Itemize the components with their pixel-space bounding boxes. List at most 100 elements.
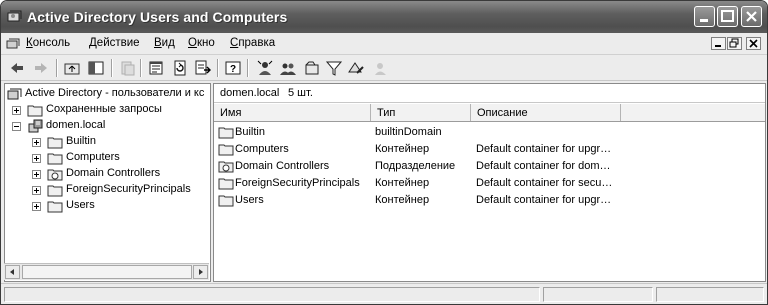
folder-icon [218,178,234,190]
column-header-description[interactable]: Описание [471,104,621,121]
up-one-level-icon[interactable] [63,59,81,77]
menu-bar: Консоль Действие Вид Окно Справка [1,33,767,55]
toolbar-separator [247,59,249,77]
child-restore-button[interactable] [727,37,742,50]
close-button[interactable] [741,6,762,27]
close-icon [746,11,757,22]
svg-text:?: ? [230,64,236,75]
tree-root-ad[interactable]: Active Directory - пользователи и кс [5,86,210,102]
tree-item-builtin[interactable]: Builtin [5,134,210,150]
ou-icon [47,169,63,181]
menu-window[interactable]: Окно [188,37,215,49]
forward-arrow-icon[interactable] [32,59,50,77]
tree-item-label: Domain Controllers [66,167,161,179]
status-pane-tertiary [656,287,764,302]
export-list-icon[interactable] [194,59,212,77]
child-minimize-button[interactable] [711,37,726,50]
add-to-group-icon[interactable] [372,59,390,77]
tree-item-label: Builtin [66,135,96,147]
scroll-right-button[interactable] [193,265,208,279]
close-icon [749,39,758,48]
list-item[interactable]: ForeignSecurityPrincipals Контейнер Defa… [214,175,765,192]
item-name: Builtin [235,126,265,138]
tree-item-users[interactable]: Users [5,198,210,214]
folder-icon [47,137,63,149]
arrow-right-icon [199,269,203,275]
console-tree: Active Directory - пользователи и кс Сох… [4,83,211,282]
restore-icon [729,38,739,48]
scroll-thumb[interactable] [22,265,192,279]
details-header: domen.local 5 шт. [214,84,765,103]
menu-console[interactable]: Консоль [26,37,70,49]
title-bar[interactable]: Active Directory Users and Computers [1,1,767,33]
list-item[interactable]: Domain Controllers Подразделение Default… [214,158,765,175]
column-header-type[interactable]: Тип [371,104,471,121]
tree-item-label: ForeignSecurityPrincipals [66,183,191,195]
console-icon[interactable] [6,36,22,52]
list-item[interactable]: Users Контейнер Default container for up… [214,192,765,209]
toolbar: ? [1,55,767,81]
folder-icon [47,185,63,197]
expand-toggle[interactable] [32,138,41,147]
tree-item-label: Сохраненные запросы [46,103,162,115]
new-group-icon[interactable] [279,59,297,77]
new-user-icon[interactable] [256,59,274,77]
tree-item-domain[interactable]: domen.local [5,118,210,134]
menu-view[interactable]: Вид [154,37,175,49]
expand-toggle[interactable] [32,202,41,211]
item-description: Default container for secu… [476,177,613,189]
list-item[interactable]: Builtin builtinDomain [214,124,765,141]
maximize-button[interactable] [717,6,738,27]
item-description: Default container for upgr… [476,194,612,206]
expand-toggle[interactable] [32,186,41,195]
item-type: builtinDomain [375,126,442,138]
properties-icon[interactable] [147,59,165,77]
collapse-toggle[interactable] [12,122,21,131]
folder-icon [47,201,63,213]
column-header-name[interactable]: Имя [214,104,371,121]
child-close-button[interactable] [746,37,761,50]
expand-toggle[interactable] [32,170,41,179]
tree-item-foreign-security-principals[interactable]: ForeignSecurityPrincipals [5,182,210,198]
filter-icon[interactable] [325,59,343,77]
menu-help[interactable]: Справка [230,37,275,49]
tree-item-label: Computers [66,151,120,163]
details-pane: domen.local 5 шт. Имя Тип Описание Built… [213,83,766,282]
new-ou-icon[interactable] [303,59,321,77]
details-location: domen.local [220,87,280,99]
minimize-icon [700,19,708,22]
tree-item-label: Users [66,199,95,211]
item-description: Default container for upgr… [476,143,612,155]
app-window: Active Directory Users and Computers Кон… [0,0,768,305]
maximize-icon [721,10,734,22]
ad-root-icon [7,88,22,100]
column-headers: Имя Тип Описание [214,104,765,122]
folder-icon [27,105,43,117]
list-item[interactable]: Computers Контейнер Default container fo… [214,141,765,158]
toolbar-separator [140,59,142,77]
item-type: Подразделение [375,160,456,172]
tree-item-computers[interactable]: Computers [5,150,210,166]
refresh-icon[interactable] [171,59,189,77]
help-icon[interactable]: ? [224,59,242,77]
delete-icon[interactable] [118,59,136,77]
find-icon[interactable] [347,59,365,77]
back-arrow-icon[interactable] [8,59,26,77]
item-type: Контейнер [375,194,430,206]
details-item-count: 5 шт. [288,87,313,99]
scroll-left-button[interactable] [5,265,20,279]
tree-horizontal-scrollbar[interactable] [4,263,209,280]
minimize-button[interactable] [694,6,715,27]
show-console-tree-icon[interactable] [87,59,105,77]
folder-icon [218,127,234,139]
minimize-icon [715,45,721,47]
menu-action[interactable]: Действие [89,37,140,49]
tree-item-domain-controllers[interactable]: Domain Controllers [5,166,210,182]
expand-toggle[interactable] [12,106,21,115]
tree-item-saved-queries[interactable]: Сохраненные запросы [5,102,210,118]
item-name: ForeignSecurityPrincipals [235,177,360,189]
status-pane-main [4,287,540,302]
expand-toggle[interactable] [32,154,41,163]
domain-icon [28,119,43,133]
toolbar-separator [217,59,219,77]
